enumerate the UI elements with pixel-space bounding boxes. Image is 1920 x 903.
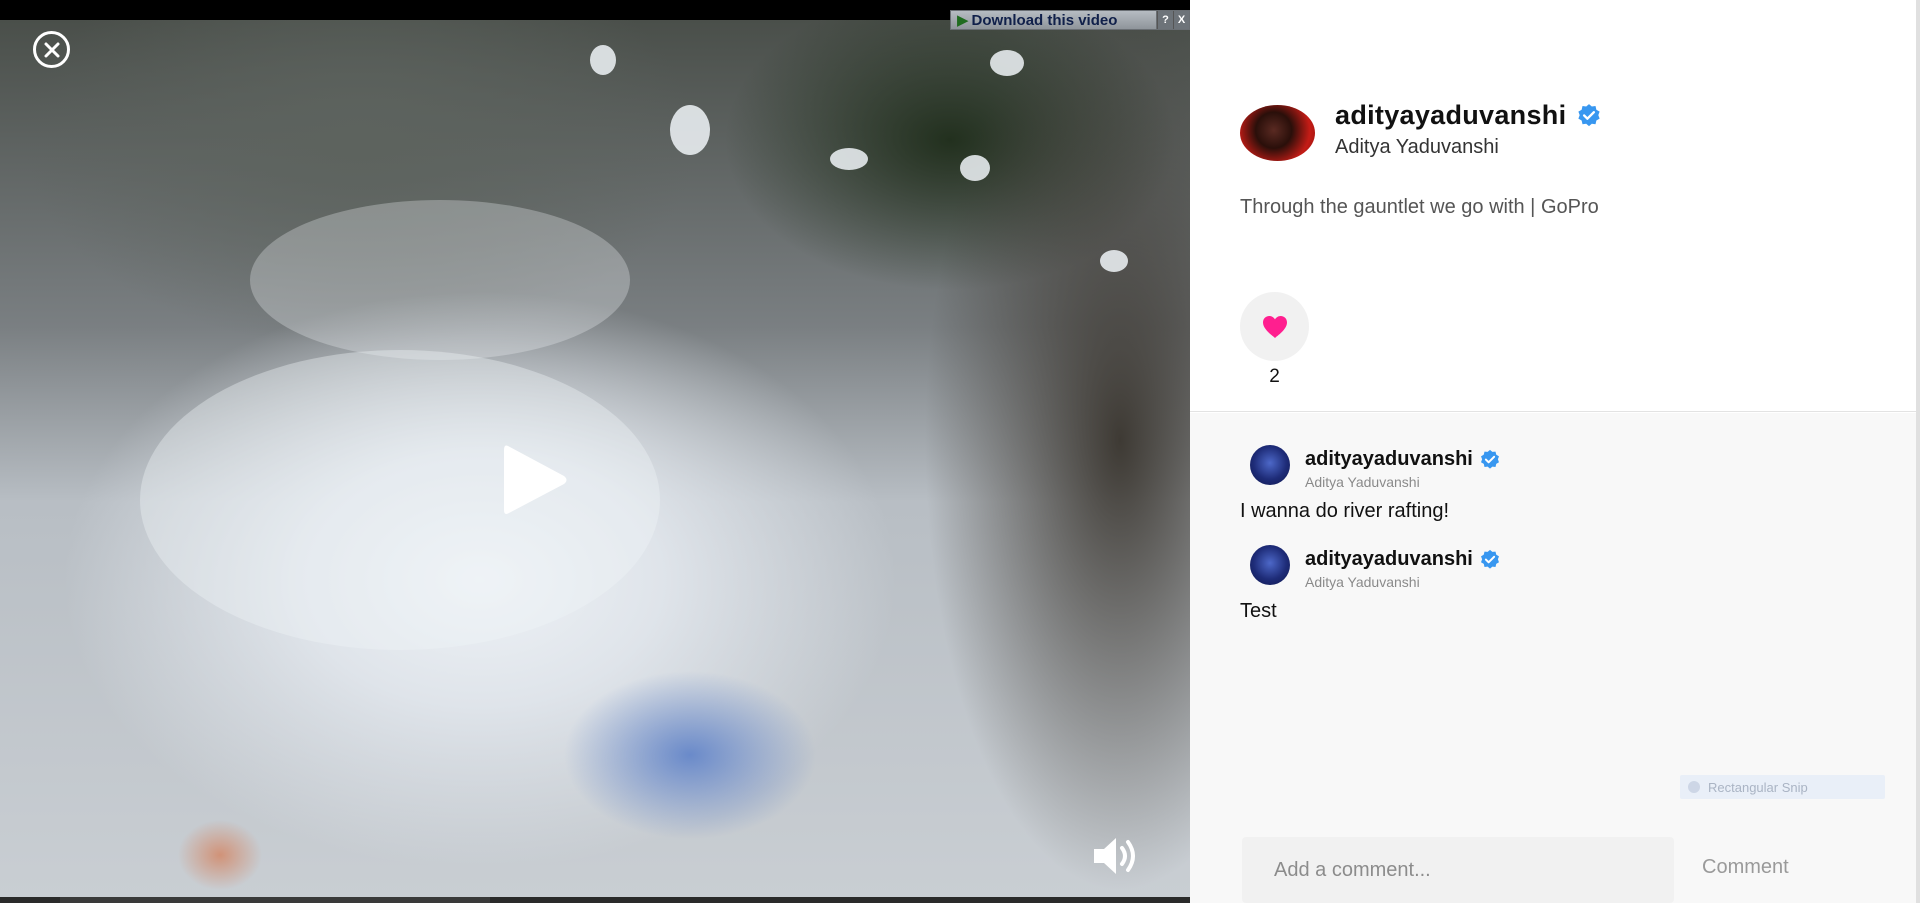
verified-icon xyxy=(1578,103,1601,126)
post-viewer: ▶ Download this video ? X adityayaduvans… xyxy=(0,0,1920,903)
video-progress-buffered xyxy=(60,897,490,903)
water-droplet xyxy=(1100,250,1128,272)
comment-avatar[interactable] xyxy=(1250,445,1290,485)
post-username-text: adityayaduvanshi xyxy=(1335,100,1567,130)
rectangular-snip-overlay: Rectangular Snip xyxy=(1680,775,1885,799)
water-droplet xyxy=(960,155,990,181)
scrollbar[interactable] xyxy=(1916,0,1920,903)
post-details-panel: adityayaduvanshi Aditya Yaduvanshi Throu… xyxy=(1190,0,1920,903)
close-icon xyxy=(44,42,59,57)
avatar[interactable] xyxy=(1240,105,1315,161)
comment-submit-button[interactable]: Comment xyxy=(1696,848,1795,887)
download-video-label: Download this video xyxy=(971,11,1118,29)
download-play-icon: ▶ xyxy=(957,12,969,29)
water-droplet xyxy=(590,45,616,75)
comment-avatar[interactable] xyxy=(1250,545,1290,585)
download-close-button[interactable]: X xyxy=(1173,11,1189,29)
water-droplet xyxy=(990,50,1024,76)
comment-full-name: Aditya Yaduvanshi xyxy=(1305,574,1420,590)
video-player[interactable]: ▶ Download this video ? X xyxy=(0,0,1190,903)
comment-username-text: adityayaduvanshi xyxy=(1305,548,1473,570)
snip-icon xyxy=(1688,781,1700,793)
verified-icon xyxy=(1480,449,1499,469)
comment-username[interactable]: adityayaduvanshi xyxy=(1305,548,1501,571)
post-header: adityayaduvanshi Aditya Yaduvanshi Throu… xyxy=(1190,0,1920,412)
like-button[interactable] xyxy=(1240,292,1309,361)
download-video-button[interactable]: ▶ Download this video xyxy=(951,11,1157,29)
water-spray xyxy=(140,350,660,650)
volume-icon[interactable] xyxy=(1092,835,1140,877)
verified-icon xyxy=(1480,549,1499,569)
comment-full-name: Aditya Yaduvanshi xyxy=(1305,474,1420,490)
play-icon[interactable] xyxy=(500,440,570,520)
video-frame[interactable] xyxy=(0,20,1190,897)
snip-label: Rectangular Snip xyxy=(1708,779,1808,795)
download-video-bar: ▶ Download this video ? X xyxy=(950,10,1190,30)
like-count: 2 xyxy=(1269,366,1280,387)
water-droplet xyxy=(830,148,868,170)
download-help-button[interactable]: ? xyxy=(1157,11,1173,29)
video-progress-bar[interactable] xyxy=(0,897,1190,903)
post-full-name: Aditya Yaduvanshi xyxy=(1335,136,1499,158)
water-droplet xyxy=(670,105,710,155)
close-button[interactable] xyxy=(33,31,70,68)
comment-input[interactable] xyxy=(1242,837,1674,903)
comment-username[interactable]: adityayaduvanshi xyxy=(1305,448,1501,471)
water-spray xyxy=(250,200,630,360)
comment-text: Test xyxy=(1240,600,1277,622)
comment-text: I wanna do river rafting! xyxy=(1240,500,1449,522)
comments-section: adityayaduvanshi Aditya Yaduvanshi I wan… xyxy=(1190,413,1920,903)
comment-username-text: adityayaduvanshi xyxy=(1305,448,1473,470)
post-username[interactable]: adityayaduvanshi xyxy=(1335,100,1602,131)
post-caption: Through the gauntlet we go with | GoPro xyxy=(1240,196,1599,218)
heart-icon xyxy=(1262,315,1287,338)
